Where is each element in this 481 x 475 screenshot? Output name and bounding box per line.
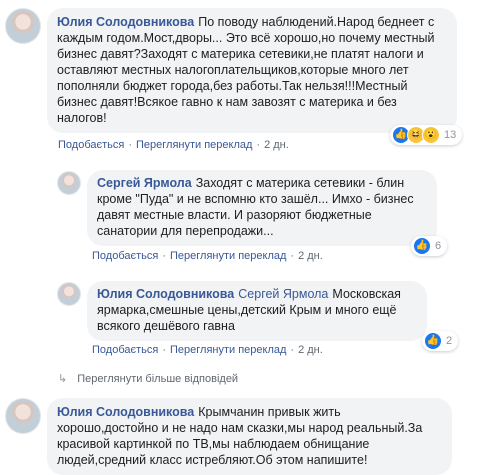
like-icon: 👍 xyxy=(413,237,431,255)
comment-author[interactable]: Юлия Солодовникова xyxy=(57,15,194,29)
translate-button[interactable]: Переглянути переклад xyxy=(136,139,252,151)
comment-time[interactable]: 2 дн. xyxy=(298,250,323,262)
translate-button[interactable]: Переглянути переклад xyxy=(170,344,286,356)
translate-button[interactable]: Переглянути переклад xyxy=(170,250,286,262)
comment-actions: Подобається · Переглянути переклад · 2 дн. xyxy=(92,344,323,356)
avatar[interactable] xyxy=(57,282,81,306)
comment-actions: Подобається · Переглянути переклад · 2 дн. xyxy=(58,139,289,151)
reaction-count: 6 xyxy=(435,240,442,252)
comment-bubble: Юлия Солодовникова Сергей Ярмола Московска… xyxy=(87,281,427,341)
comment-bubble: Юлия Солодовникова По поводу наблюдений.Н… xyxy=(47,8,457,133)
reaction-count: 2 xyxy=(446,335,453,347)
comment-author[interactable]: Юлия Солодовникова xyxy=(97,287,234,301)
reaction-summary[interactable]: 👍 😆 😮 13 xyxy=(390,125,463,145)
wow-icon: 😮 xyxy=(422,126,440,144)
comment-author[interactable]: Сергей Ярмола xyxy=(97,176,192,190)
avatar[interactable] xyxy=(5,8,41,44)
reaction-count: 13 xyxy=(444,129,457,141)
more-replies-label[interactable]: Переглянути більше відповідей xyxy=(77,373,238,385)
comment-text: По поводу наблюдений.Народ беднеет с каж… xyxy=(57,15,435,125)
more-replies-link[interactable]: ↳ Переглянути більше відповідей xyxy=(58,372,238,386)
like-button[interactable]: Подобається xyxy=(92,250,158,262)
comment-time[interactable]: 2 дн. xyxy=(298,344,323,356)
reply-arrow-icon: ↳ xyxy=(58,373,68,385)
comment-author[interactable]: Юлия Солодовникова xyxy=(57,405,194,419)
like-button[interactable]: Подобається xyxy=(92,344,158,356)
avatar[interactable] xyxy=(5,398,41,434)
comment-actions: Подобається · Переглянути переклад · 2 дн. xyxy=(92,250,323,262)
comment-bubble: Сергей Ярмола Заходят с материка сетевики… xyxy=(87,170,437,246)
mention-link[interactable]: Сергей Ярмола xyxy=(238,287,328,301)
like-icon: 👍 xyxy=(424,332,442,350)
reaction-summary[interactable]: 👍 6 xyxy=(411,236,448,256)
comment-time[interactable]: 2 дн. xyxy=(264,139,289,151)
comment-bubble: Юлия Солодовникова Крымчанин привык жить … xyxy=(47,398,452,475)
like-button[interactable]: Подобається xyxy=(58,139,124,151)
reaction-summary[interactable]: 👍 2 xyxy=(422,331,459,351)
avatar[interactable] xyxy=(57,171,81,195)
